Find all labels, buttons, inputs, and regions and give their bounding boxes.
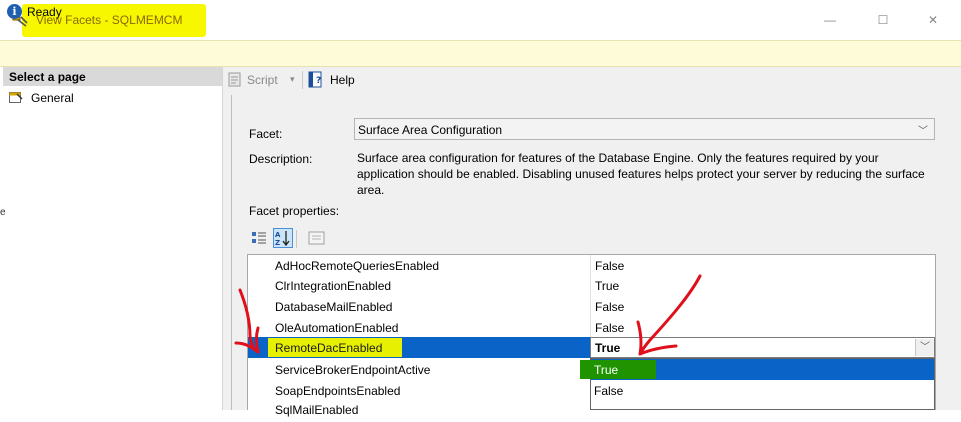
script-icon <box>228 72 241 87</box>
property-pages-icon <box>308 231 325 245</box>
categorized-icon <box>252 232 266 244</box>
property-value[interactable]: True <box>595 279 619 293</box>
facet-select-value: Surface Area Configuration <box>358 123 503 137</box>
svg-text:Z: Z <box>275 239 280 247</box>
maximize-icon: ☐ <box>877 13 889 27</box>
status-text: Ready <box>27 5 62 19</box>
toolbar-separator <box>302 71 303 89</box>
sort-az-icon: A Z <box>275 231 290 247</box>
property-row[interactable]: DatabaseMailEnabled False <box>248 296 934 317</box>
maximize-button[interactable]: ☐ <box>868 8 898 32</box>
dropdown-option-label[interactable]: True <box>594 363 618 377</box>
facet-properties-label: Facet properties: <box>249 204 340 218</box>
chevron-down-icon[interactable]: ﹀ <box>918 122 928 137</box>
general-page-icon <box>9 92 23 103</box>
property-pages-button[interactable] <box>307 228 327 248</box>
property-name: SoapEndpointsEnabled <box>275 384 401 398</box>
status-bar <box>0 40 961 67</box>
pane-divider <box>231 95 232 410</box>
dropdown-option-false[interactable]: False <box>594 384 623 398</box>
edge-mark: e <box>0 207 6 218</box>
script-dropdown-arrow-icon[interactable]: ▾ <box>290 74 295 85</box>
page-selector-title: Select a page <box>9 70 86 84</box>
grid-toolbar-separator <box>296 230 297 248</box>
svg-text:A: A <box>275 231 281 239</box>
property-name: ServiceBrokerEndpointActive <box>275 363 431 377</box>
script-button[interactable]: Script <box>247 73 278 87</box>
description-text: Surface area configuration for features … <box>357 151 925 197</box>
property-name: OleAutomationEnabled <box>275 321 399 335</box>
chevron-down-icon[interactable]: ﹀ <box>915 339 934 356</box>
property-row[interactable]: OleAutomationEnabled False <box>248 317 934 338</box>
close-button[interactable]: ✕ <box>918 8 948 32</box>
info-icon: i <box>7 4 22 19</box>
categorized-button[interactable] <box>249 228 269 248</box>
property-row[interactable]: AdHocRemoteQueriesEnabled False <box>248 255 934 276</box>
property-value[interactable]: False <box>595 300 624 314</box>
page-selector-pane <box>3 67 223 410</box>
description-label: Description: <box>249 152 313 166</box>
property-value[interactable]: True <box>595 341 620 355</box>
facet-label: Facet: <box>249 127 283 141</box>
property-name: DatabaseMailEnabled <box>275 300 393 314</box>
property-name: AdHocRemoteQueriesEnabled <box>275 259 440 273</box>
minimize-icon: — <box>824 13 836 27</box>
help-button[interactable]: Help <box>330 73 355 87</box>
help-icon: ? <box>308 71 322 88</box>
property-value[interactable]: False <box>595 321 624 335</box>
alphabetical-button[interactable]: A Z <box>273 228 293 248</box>
minimize-button[interactable]: — <box>815 8 845 32</box>
page-item-general[interactable]: General <box>31 91 74 105</box>
property-name: RemoteDacEnabled <box>275 341 383 355</box>
property-value-editor[interactable] <box>590 337 935 358</box>
property-row[interactable]: ClrIntegrationEnabled True <box>248 275 934 296</box>
property-name: SqlMailEnabled <box>275 403 359 417</box>
svg-text:?: ? <box>316 76 321 86</box>
close-icon: ✕ <box>927 13 939 27</box>
property-name: ClrIntegrationEnabled <box>275 279 392 293</box>
property-value[interactable]: False <box>595 259 624 273</box>
